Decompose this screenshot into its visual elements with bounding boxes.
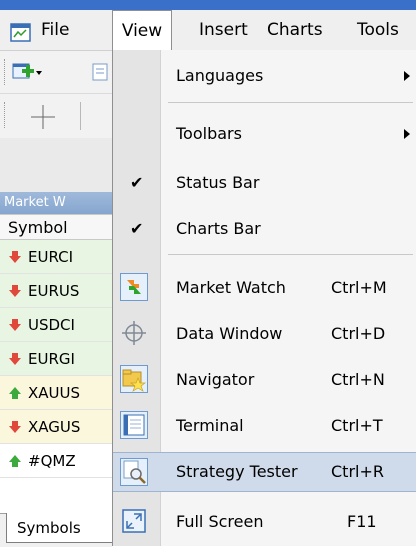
menu-file-label: File [41, 20, 70, 40]
symbol-column-header[interactable]: Symbol [0, 214, 112, 240]
symbol-name: XAUUS [28, 384, 81, 402]
menu-item-shortcut: F11 [347, 512, 377, 531]
toolbar-grip[interactable] [4, 59, 7, 85]
menu-item-shortcut: Ctrl+N [331, 370, 385, 389]
market-watch-row[interactable]: XAGUS [0, 410, 112, 444]
tab-symbols[interactable]: Symbols [6, 513, 116, 543]
menu-item-label: Charts Bar [176, 219, 261, 238]
price-down-arrow-icon [9, 421, 21, 433]
market-watch-row[interactable]: USDCI [0, 308, 112, 342]
strategy-tester-icon [120, 458, 148, 486]
menu-item-charts-bar[interactable]: ✔ Charts Bar [113, 211, 416, 247]
menu-charts[interactable]: Charts [267, 10, 323, 50]
menu-item-label: Data Window [176, 324, 283, 343]
menu-item-shortcut: Ctrl+T [331, 416, 383, 435]
menu-item-market-watch[interactable]: Market Watch Ctrl+M [113, 270, 416, 306]
menu-item-label: Market Watch [176, 278, 286, 297]
menu-item-label: Languages [176, 66, 264, 85]
full-screen-icon [120, 507, 148, 535]
market-watch-title: Market W [0, 192, 112, 214]
menu-item-label: Navigator [176, 370, 255, 389]
file-menu-icon [10, 19, 32, 42]
crosshair-tool-icon[interactable] [30, 104, 56, 134]
new-chart-icon[interactable] [12, 60, 42, 88]
menu-item-label: Terminal [176, 416, 244, 435]
toolbar-separator [80, 102, 81, 130]
check-icon: ✔ [130, 173, 144, 192]
menu-item-full-screen[interactable]: Full Screen F11 [113, 504, 416, 540]
terminal-icon [120, 411, 148, 439]
menu-view[interactable]: View [112, 10, 172, 50]
submenu-arrow-icon [404, 129, 410, 139]
market-watch-icon [120, 273, 148, 301]
panel-area [0, 138, 112, 192]
price-down-arrow-icon [9, 353, 21, 365]
market-watch-row[interactable]: EURGI [0, 342, 112, 376]
profiles-icon[interactable] [92, 63, 110, 85]
line-studies-toolbar [0, 94, 112, 139]
market-watch-row[interactable]: EURUS [0, 274, 112, 308]
menu-item-strategy-tester[interactable]: Strategy Tester Ctrl+R [113, 452, 416, 492]
menu-item-terminal[interactable]: Terminal Ctrl+T [113, 408, 416, 444]
symbol-name: #QMZ [28, 452, 76, 470]
symbol-name: USDCI [28, 316, 75, 334]
menu-file[interactable]: File [10, 10, 69, 50]
menu-tools[interactable]: Tools [357, 10, 399, 50]
menu-item-status-bar[interactable]: ✔ Status Bar [113, 165, 416, 201]
price-down-arrow-icon [9, 285, 21, 297]
menu-item-shortcut: Ctrl+D [331, 324, 386, 343]
check-icon: ✔ [130, 219, 144, 238]
title-bar [0, 0, 416, 10]
toolbar-grip[interactable] [4, 102, 7, 128]
symbol-name: EURUS [28, 282, 80, 300]
symbol-name: EURCI [28, 248, 74, 266]
market-watch-tabs: Symbols [0, 513, 116, 547]
standard-toolbar [0, 51, 112, 94]
menu-item-label: Strategy Tester [176, 462, 298, 481]
menu-bar: File View Insert Charts Tools [0, 10, 416, 51]
menu-item-navigator[interactable]: Navigator Ctrl+N [113, 362, 416, 398]
market-watch-row[interactable]: XAUUS [0, 376, 112, 410]
price-up-arrow-icon [9, 455, 21, 467]
menu-item-languages[interactable]: Languages [113, 58, 416, 94]
view-dropdown-menu: Languages Toolbars ✔ Status Bar ✔ Charts… [112, 50, 416, 546]
menu-insert[interactable]: Insert [199, 10, 248, 50]
menu-separator [168, 254, 413, 255]
price-down-arrow-icon [9, 251, 21, 263]
menu-separator [168, 102, 413, 103]
menu-item-toolbars[interactable]: Toolbars [113, 116, 416, 152]
symbol-name: EURGI [28, 350, 75, 368]
navigator-icon [120, 365, 148, 393]
crosshair-icon [120, 319, 148, 347]
price-down-arrow-icon [9, 319, 21, 331]
menu-item-label: Full Screen [176, 512, 264, 531]
menu-item-data-window[interactable]: Data Window Ctrl+D [113, 316, 416, 352]
menu-item-label: Toolbars [176, 124, 242, 143]
market-watch-row[interactable]: EURCI [0, 240, 112, 274]
menu-item-shortcut: Ctrl+R [331, 462, 384, 481]
market-watch-row[interactable]: #QMZ [0, 444, 112, 478]
submenu-arrow-icon [404, 71, 410, 81]
menu-item-shortcut: Ctrl+M [331, 278, 387, 297]
menu-item-label: Status Bar [176, 173, 260, 192]
price-up-arrow-icon [9, 387, 21, 399]
symbol-name: XAGUS [28, 418, 81, 436]
